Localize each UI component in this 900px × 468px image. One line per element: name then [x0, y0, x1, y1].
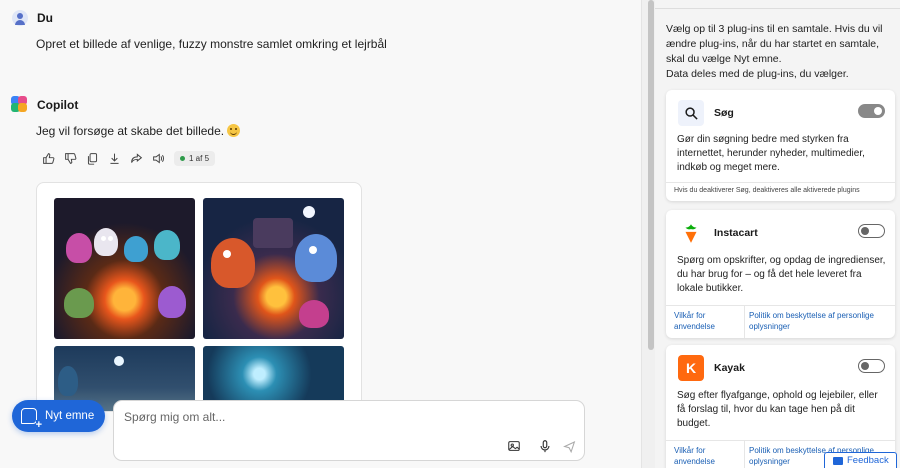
- plugins-shared-notice: Data deles med de plug-ins, du vælger.: [666, 68, 849, 80]
- plugin-card-instacart: Instacart Spørg om opskrifter, og opdag …: [666, 210, 895, 338]
- plugin-header: Søg: [678, 100, 734, 126]
- chat-input-box: [113, 400, 585, 461]
- plugin-description: Søg efter flyafgange, ophold og lejebile…: [677, 390, 878, 429]
- generated-image-1[interactable]: [54, 198, 195, 339]
- plugin-card-search: Søg Gør din søgning bedre med styrken fr…: [666, 90, 895, 201]
- microphone-icon[interactable]: [537, 438, 553, 454]
- feedback-label: Feedback: [847, 455, 889, 466]
- privacy-link[interactable]: Politik om beskyttelse af personlige opl…: [749, 310, 889, 332]
- speaker-icon[interactable]: [150, 150, 166, 166]
- send-icon[interactable]: [561, 438, 577, 454]
- copilot-name: Copilot: [37, 97, 79, 112]
- image-upload-icon[interactable]: [506, 438, 522, 454]
- plugin-card-kayak: K Kayak Søg efter flyafgange, ophold og …: [666, 345, 895, 468]
- plugin-note: Hvis du deaktiverer Søg, deaktiveres all…: [674, 187, 860, 194]
- plugin-name: Instacart: [714, 227, 758, 239]
- new-topic-button[interactable]: Nyt emne: [12, 400, 105, 432]
- plugin-description: Gør din søgning bedre med styrken fra in…: [677, 134, 865, 173]
- chat-input[interactable]: [124, 409, 564, 425]
- kayak-logo-icon: K: [678, 355, 704, 381]
- message-actions: 1 af 5: [40, 150, 216, 166]
- download-icon[interactable]: [106, 150, 122, 166]
- plugins-intro: Vælg op til 3 plug-ins til en samtale. H…: [666, 23, 883, 65]
- new-topic-label: Nyt emne: [45, 410, 95, 422]
- copilot-message-text: Jeg vil forsøge at skabe det billede.: [36, 124, 225, 138]
- thumbs-down-icon[interactable]: [62, 150, 78, 166]
- terms-link[interactable]: Vilkår for anvendelse: [674, 445, 734, 467]
- response-pager[interactable]: 1 af 5: [174, 150, 216, 166]
- user-avatar-icon: [12, 10, 28, 26]
- copilot-logo-icon: [11, 96, 28, 113]
- pager-text: 1 af 5: [189, 153, 210, 163]
- search-icon: [678, 100, 704, 126]
- carrot-icon: [678, 220, 704, 246]
- plugin-divider: [666, 305, 895, 306]
- generated-image-2[interactable]: [203, 198, 344, 339]
- plugin-header: Instacart: [678, 220, 758, 246]
- chat-scrollbar-thumb[interactable]: [648, 0, 654, 350]
- link-separator: [744, 306, 745, 338]
- plugin-toggle-instacart[interactable]: [858, 224, 885, 238]
- panel-divider: [655, 8, 900, 9]
- user-message-header: Du: [12, 10, 53, 26]
- plugin-divider: [666, 182, 895, 183]
- copilot-message: Jeg vil forsøge at skabe det billede.: [36, 124, 241, 138]
- plugin-header: K Kayak: [678, 355, 745, 381]
- plugin-divider: [666, 440, 895, 441]
- chat-pane: Du Opret et billede af venlige, fuzzy mo…: [0, 0, 641, 468]
- generated-images-card: [36, 182, 362, 412]
- thumbs-up-icon[interactable]: [40, 150, 56, 166]
- user-message-text: Opret et billede af venlige, fuzzy monst…: [36, 37, 387, 51]
- terms-link[interactable]: Vilkår for anvendelse: [674, 310, 734, 332]
- new-chat-icon: [21, 408, 42, 430]
- status-dot-icon: [180, 155, 185, 161]
- plugin-toggle-kayak[interactable]: [858, 359, 885, 373]
- link-separator: [744, 441, 745, 468]
- feedback-icon: [833, 456, 843, 465]
- feedback-button[interactable]: Feedback: [824, 452, 897, 468]
- plugins-panel: Vælg op til 3 plug-ins til en samtale. H…: [655, 0, 900, 468]
- user-name: Du: [37, 11, 53, 25]
- copy-icon[interactable]: [84, 150, 100, 166]
- smile-emoji-icon: [227, 124, 241, 137]
- plugin-description: Spørg om opskrifter, og opdag de ingredi…: [677, 255, 886, 294]
- plugin-name: Søg: [714, 107, 734, 119]
- share-icon[interactable]: [128, 150, 144, 166]
- plugin-name: Kayak: [714, 362, 745, 374]
- plugin-toggle-search[interactable]: [858, 104, 885, 118]
- copilot-message-header: Copilot: [11, 96, 78, 113]
